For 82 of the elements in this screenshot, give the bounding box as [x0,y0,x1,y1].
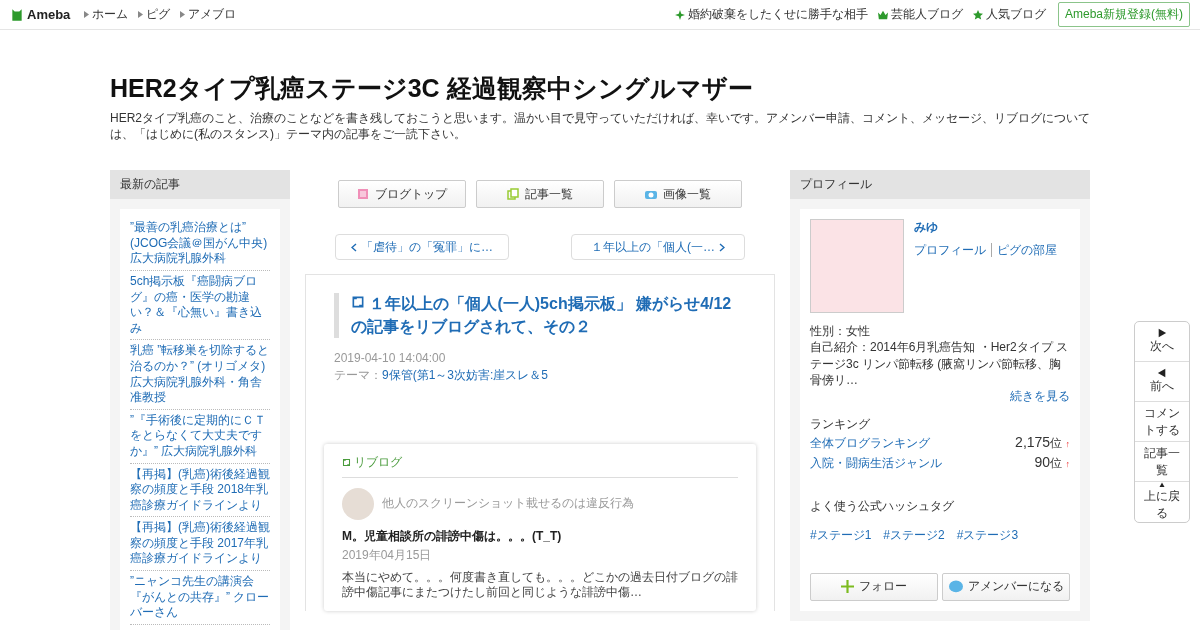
play-icon [1157,328,1167,338]
profile-link[interactable]: プロフィール [914,243,986,258]
reblog-card[interactable]: リブログ 他人のスクリーンショット載せるのは違反行為 M。児童相談所の誹謗中傷は。。。(T_T) 2019年04月15日 本当にやめて。。。何度書き直しても。。。どこかの過去日付ブログの誹謗中傷記事にまたつけたし前回と同じような誹謗中傷… [324,443,756,611]
reblog-label: リブログ [354,453,402,471]
side-nav-button[interactable]: 上に戻る [1135,482,1189,522]
hashtag-link[interactable]: #ステージ2 [883,526,945,543]
ranking-link[interactable]: 入院・闘病生活ジャンル [810,455,942,473]
list-icon [357,188,369,201]
hashtag-link[interactable]: #ステージ3 [956,526,1019,543]
panel-heading: プロフィール [790,170,1090,200]
article-title[interactable]: １年以上の「個人(一人)5ch掲示板」 嫌がらせ4/12の記事をリブログされて、その２ [334,293,746,338]
camera-icon [645,188,657,201]
avatar-placeholder [342,487,374,520]
ranking-link[interactable]: 全体ブログランキング [810,435,930,453]
author-name: 他人のスクリーンショット載せるのは違反行為 [382,495,634,513]
blog-description: HER2タイプ乳癌のこと、治療のことなどを書き残しておこうと思います。温かい目で見守っていただければ、幸いです。アメンバー申請、コメント、メッセージ、リブログについては、「はじめに(私のスタンス)」テーマ内の記事をご一読下さい。 [110,111,1090,143]
recent-article-link[interactable]: 【再掲】(乳癌)術後経過観察の頻度と手段 2018年乳癌診療ガイドラインより [130,463,270,518]
up-icon [1157,482,1167,488]
rank-unit: 位 [1050,436,1063,451]
rank-unit: 位 [1050,456,1063,471]
nav-link[interactable]: ホーム [84,6,129,23]
chat-icon [948,579,963,594]
triangle-icon [84,11,90,18]
signup-button[interactable]: Ameba新規登録(無料) [1058,2,1190,27]
reblog-date: 2019年04月15日 [342,547,432,562]
pages-icon [507,188,519,201]
link-text: 芸能人ブログ [891,6,963,23]
triangle-icon [180,11,186,18]
nav-link[interactable]: ピグ [138,6,171,23]
chevron-left-icon [351,242,357,252]
next-article-button[interactable]: １年以上の「個人(一… [571,234,745,261]
gender-text: 性別：女性 [810,323,871,340]
chevron-right-icon [719,242,725,252]
reblog-icon [351,295,365,310]
profile-link[interactable]: ピグの部屋 [991,243,1057,258]
follow-button[interactable]: フォロー [810,572,938,601]
logo-text: Ameba [27,7,71,22]
plus-icon [841,580,854,594]
ameba-logo[interactable]: Ameba [10,7,71,22]
side-nav-button[interactable]: 次へ [1135,322,1189,362]
side-nav-button[interactable]: 前へ [1135,362,1189,402]
rank-number: 2,175 [1015,434,1051,451]
trend-arrow: ↑ [1065,439,1070,450]
hashtag-link[interactable]: #ステージ1 [810,526,872,543]
reblog-excerpt: 本当にやめて。。。何度書き直しても。。。どこかの過去日付ブログの誹謗中傷記事にまたつけたし前回と同じような誹謗中傷… [342,569,738,601]
crown-icon [878,9,888,20]
back-icon [1157,368,1167,378]
reblog-title: M。児童相談所の誹謗中傷は。。。(T_T) [342,527,563,545]
reblog-icon [342,457,351,467]
recent-article-link[interactable]: ”『手術後に定期的にＣＴをとらなくて大丈夫ですか』” 広大病院乳腺外科 [130,409,270,464]
blog-title: HER2タイプ乳癌ステージ3C 経過観察中シングルマザー [110,73,754,104]
read-more-link[interactable]: 続きを見る [1010,388,1070,403]
tool-button[interactable]: 記事一覧 [476,180,604,209]
recent-article-link[interactable]: ”最善の乳癌治療とは” (JCOG会議＠国がん中央) 広大病院乳腺外科 [130,217,270,271]
panel-heading: 最新の記事 [110,170,290,200]
article-date: 2019-04-10 14:04:00 [334,349,447,367]
link-text: 人気ブログ [986,6,1046,23]
recent-article-link[interactable]: 5ch掲示板『癌闘病ブログ』の癌・医学の勘違い？＆『心無い』書き込み [130,270,270,341]
prev-article-button[interactable]: 「虐待」の「冤罪」に… [335,234,509,261]
profile-name[interactable]: みゆ [914,219,1057,237]
tool-button[interactable]: 画像一覧 [614,180,742,209]
recent-article-link[interactable]: 【再掲】(乳癌)術後経過観察の頻度と手段 2017年乳癌診療ガイドラインより [130,517,270,572]
star-icon [973,9,983,20]
theme-link[interactable]: 9保管(第1～3次妨害:崖スレ＆5 [382,367,549,382]
side-nav-button[interactable]: コメントする [1135,402,1189,442]
intro-text: 自己紹介：2014年6月乳癌告知 ・Her2タイプ ステージ3c リンパ節転移 (腋窩リンパ節転移、胸骨傍リ… [810,339,1070,388]
header-link[interactable]: 芸能人ブログ [878,6,963,23]
hashtag-heading: よく使う公式ハッシュタグ [810,498,955,515]
header-link[interactable]: 人気ブログ [973,6,1046,23]
nav-link[interactable]: アメブロ [180,6,237,23]
trend-arrow: ↑ [1065,459,1070,470]
amember-button[interactable]: アメンバーになる [942,572,1070,601]
side-nav-button[interactable]: 記事一覧 [1135,442,1189,482]
sparkle-icon [675,9,685,20]
triangle-icon [138,11,144,18]
rank-number: 90 [1034,454,1051,471]
logo-icon [10,7,24,22]
theme-label: テーマ： [334,367,382,382]
recent-article-link[interactable]: 乳癌 ”転移巣を切除すると治るのか？” (オリゴメタ) 広大病院乳腺外科・角舎准教授 [130,340,270,410]
tool-button[interactable]: ブログトップ [338,180,466,209]
recent-article-link[interactable]: ”ニャンコ先生の講演会『がんとの共存』” クローバーさん [130,571,270,625]
ranking-heading: ランキング [810,416,871,433]
